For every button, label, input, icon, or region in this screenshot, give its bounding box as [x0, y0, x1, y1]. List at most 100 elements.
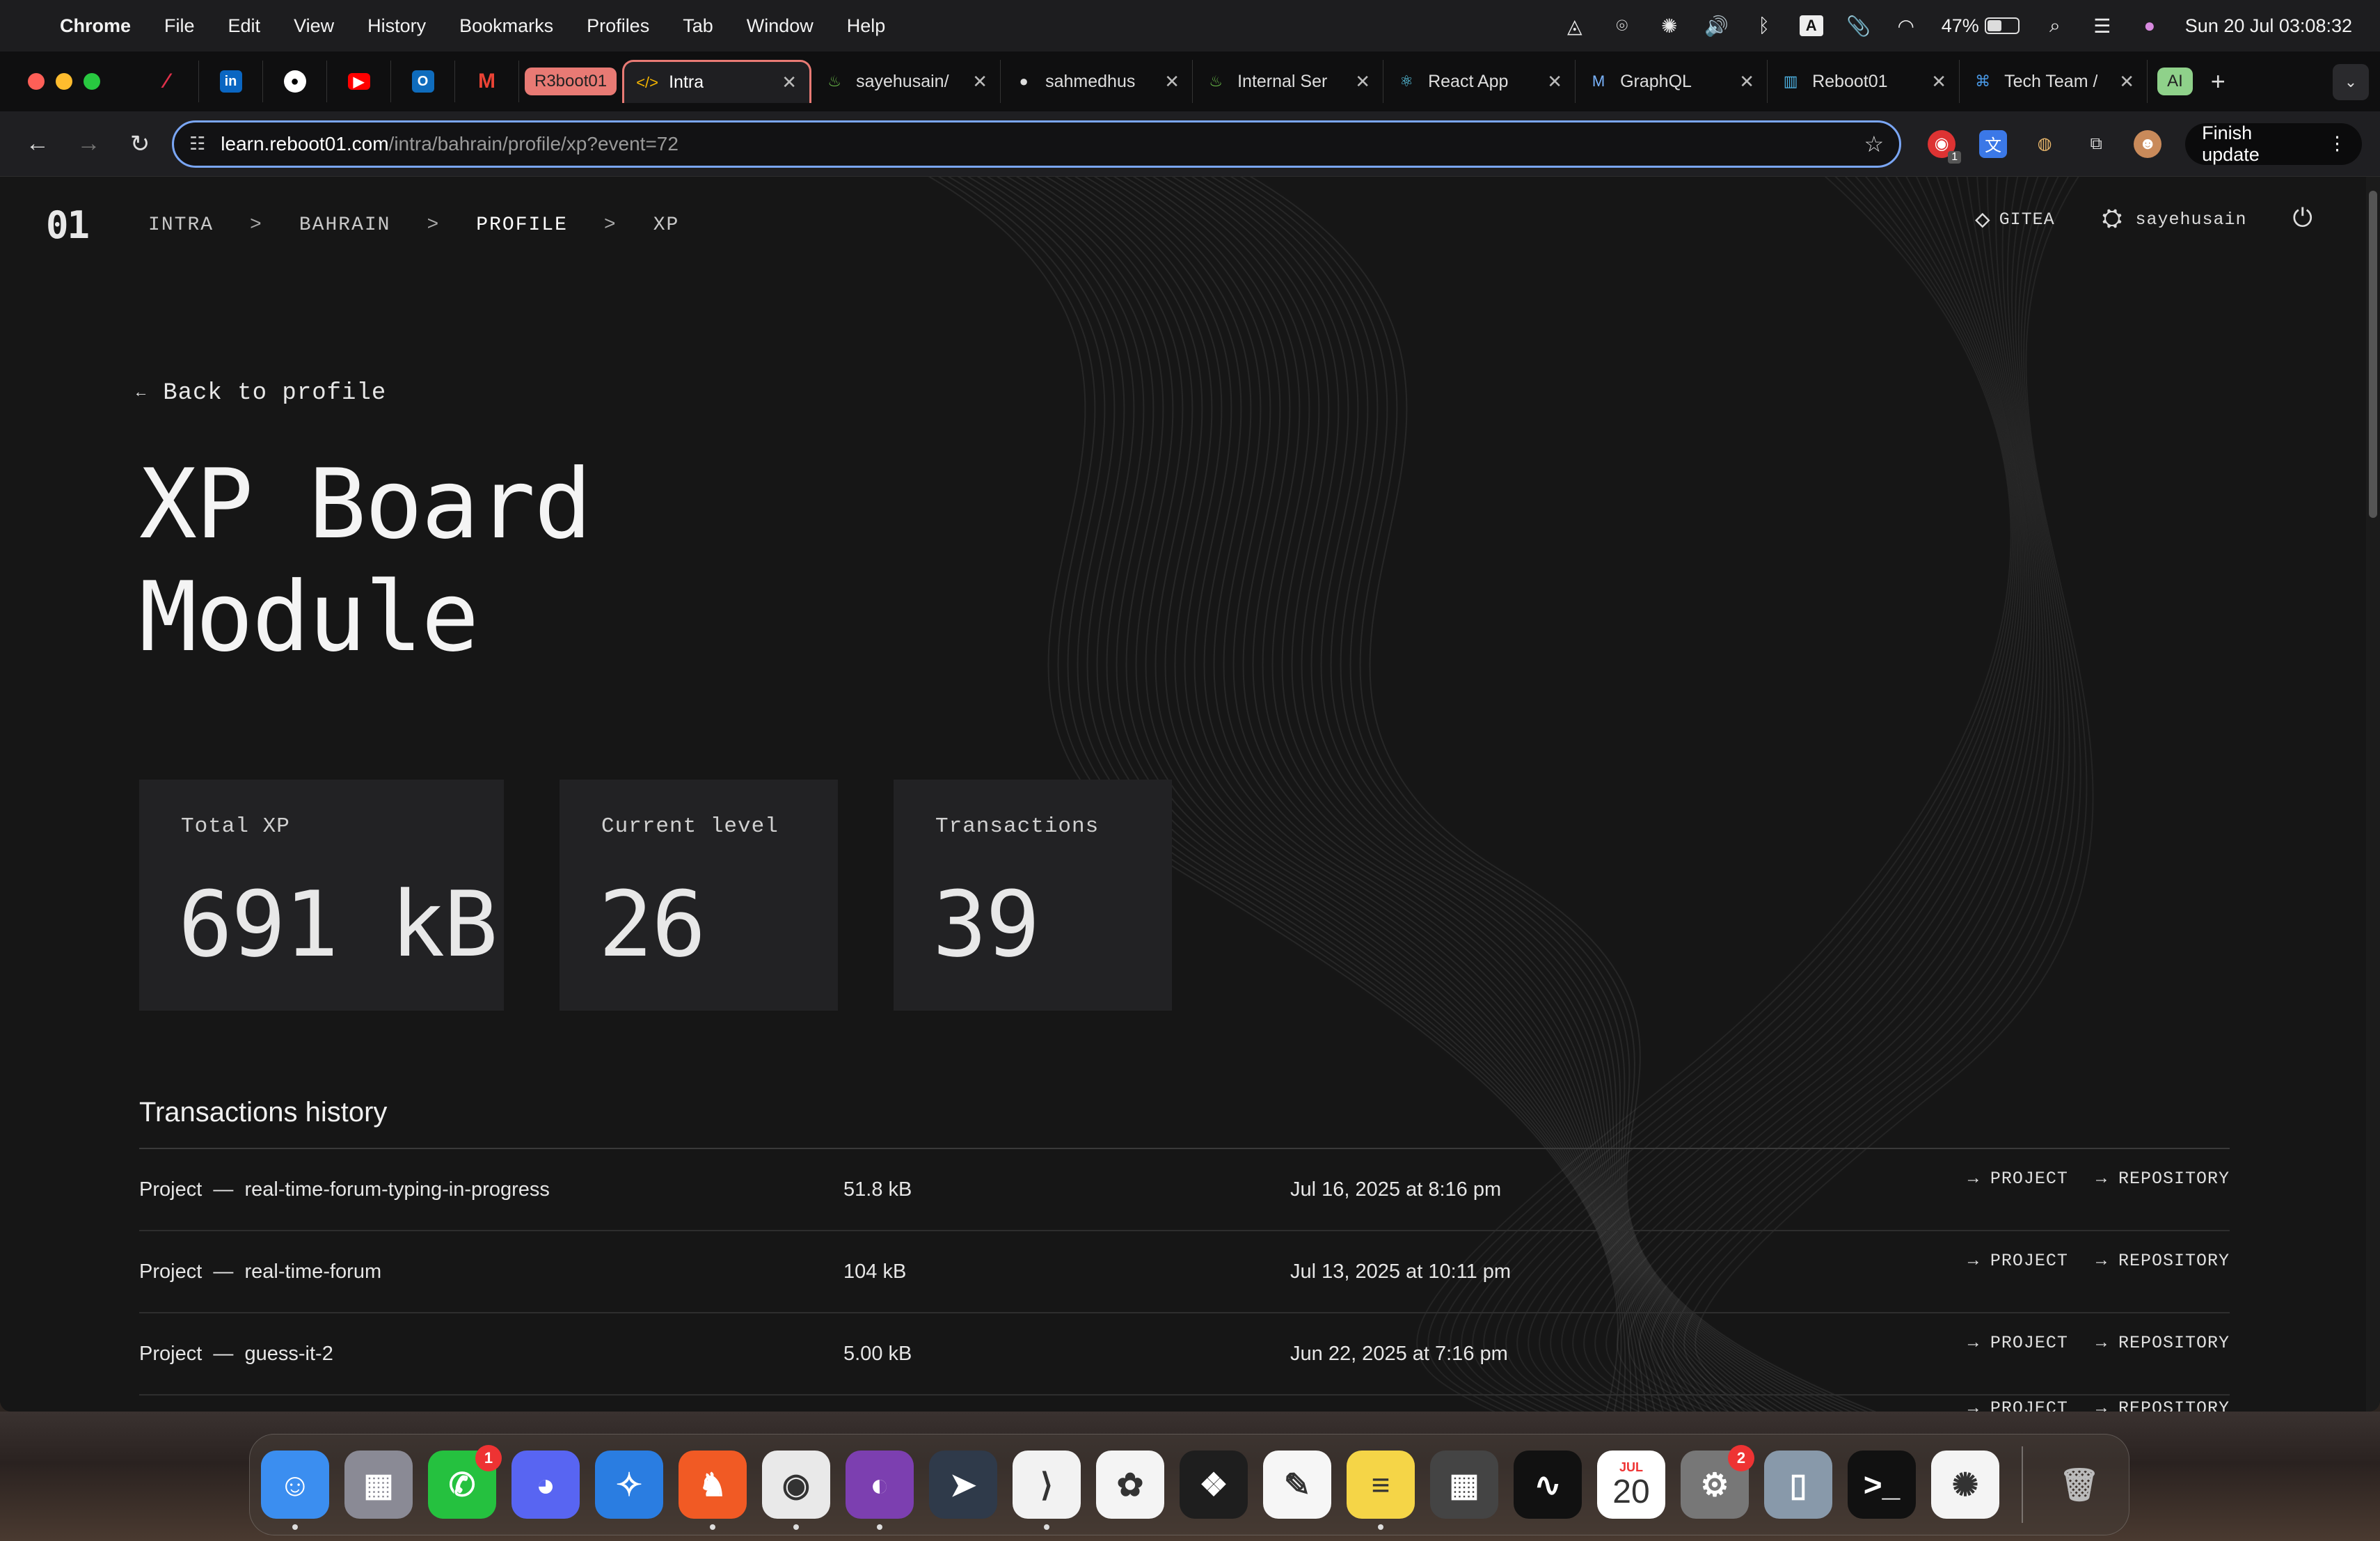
project-link[interactable]: → PROJECT: [1968, 1169, 2068, 1189]
user-menu[interactable]: ⛭ sayehusain: [2102, 205, 2247, 234]
new-tab-button[interactable]: +: [2211, 67, 2226, 96]
dock-brave-icon[interactable]: ♞: [679, 1451, 747, 1530]
dock-calculator-icon[interactable]: ▦: [1430, 1451, 1498, 1519]
dock-iphone-mirroring-icon[interactable]: ▯: [1764, 1451, 1832, 1519]
dock-finder-icon[interactable]: ☺: [261, 1451, 329, 1530]
repository-link[interactable]: → REPOSITORY: [2096, 1251, 2230, 1271]
tab-tech-team[interactable]: ⌘ Tech Team / ✕: [1960, 60, 2148, 103]
breadcrumb-bahrain[interactable]: BAHRAIN: [299, 214, 391, 236]
battery-status[interactable]: 47%: [1942, 15, 2020, 37]
extension-cookie-icon[interactable]: ◍: [2031, 130, 2058, 158]
tab-group-label[interactable]: R3boot01: [525, 68, 617, 95]
menu-history[interactable]: History: [367, 15, 426, 37]
tab-group-ai[interactable]: AI: [2157, 68, 2193, 95]
dock-photos-icon[interactable]: ✿: [1096, 1451, 1164, 1519]
menu-file[interactable]: File: [164, 15, 195, 37]
menu-tab[interactable]: Tab: [683, 15, 713, 37]
menu-clock[interactable]: Sun 20 Jul 03:08:32: [2185, 15, 2352, 37]
project-link[interactable]: → PROJECT: [1968, 1333, 2068, 1353]
address-bar[interactable]: ☷ learn.reboot01.com /intra/bahrain/prof…: [171, 120, 1902, 168]
tab-sayehusain[interactable]: ♨ sayehusain/ ✕: [811, 60, 1001, 103]
wifi-icon[interactable]: ◠: [1894, 15, 1918, 37]
dock-freeform-icon[interactable]: ✎: [1263, 1451, 1331, 1519]
power-logout-icon[interactable]: ⏻: [2293, 205, 2313, 234]
close-tab-icon[interactable]: ✕: [962, 71, 987, 93]
back-to-profile-link[interactable]: ← Back to profile: [136, 380, 386, 406]
extension-translate-icon[interactable]: 文: [1979, 129, 2008, 158]
dock-terminal-icon[interactable]: >_: [1848, 1451, 1916, 1519]
dock-prompt-icon[interactable]: ➤: [929, 1451, 997, 1519]
airpods-icon[interactable]: ⌾: [1610, 15, 1634, 36]
dock-activity-monitor-icon[interactable]: ∿: [1514, 1451, 1582, 1519]
close-tab-icon[interactable]: ✕: [1537, 71, 1562, 93]
dock-github-desktop-icon[interactable]: ◐: [846, 1451, 914, 1530]
reboot01-logo[interactable]: 01: [46, 203, 90, 247]
zoom-window-button[interactable]: [84, 73, 100, 90]
pinned-tab-slash[interactable]: ⁄: [135, 61, 199, 102]
site-info-icon[interactable]: ☷: [189, 133, 205, 155]
screen-icon[interactable]: ◬: [1563, 15, 1587, 37]
project-link[interactable]: → PROJECT: [1968, 1251, 2068, 1271]
dock-chrome-icon[interactable]: ◉: [762, 1451, 830, 1530]
repository-link[interactable]: → REPOSITORY: [2096, 1398, 2230, 1412]
dock-vscode-icon[interactable]: ⟩: [1013, 1451, 1081, 1530]
input-source-icon[interactable]: A: [1799, 15, 1823, 36]
extension-adblock-icon[interactable]: ◉ 1: [1928, 129, 1962, 164]
close-window-button[interactable]: [28, 73, 45, 90]
close-tab-icon[interactable]: ✕: [1155, 71, 1180, 93]
dock-whatsapp-icon[interactable]: ✆ 1: [428, 1445, 502, 1519]
repository-link[interactable]: → REPOSITORY: [2096, 1169, 2230, 1189]
paperclip-icon[interactable]: 📎: [1846, 15, 1871, 37]
project-link[interactable]: → PROJECT: [1968, 1398, 2068, 1412]
pinned-tab-gmail[interactable]: M: [455, 61, 519, 102]
menu-help[interactable]: Help: [847, 15, 886, 37]
forward-button[interactable]: →: [70, 125, 109, 164]
control-center-icon[interactable]: ☰: [2091, 15, 2114, 37]
tab-intra[interactable]: </> Intra ✕: [622, 60, 812, 103]
tab-sahmedhus[interactable]: ● sahmedhus ✕: [1001, 60, 1193, 103]
tab-graphql[interactable]: M GraphQL ✕: [1576, 60, 1768, 103]
minimize-window-button[interactable]: [56, 73, 72, 90]
openai-status-icon[interactable]: ✺: [1658, 15, 1681, 37]
dock-notes-icon[interactable]: ≡: [1347, 1451, 1415, 1530]
tab-internal-ser[interactable]: ♨ Internal Ser ✕: [1193, 60, 1384, 103]
menu-window[interactable]: Window: [747, 15, 814, 37]
dock-safari-icon[interactable]: ✧: [595, 1451, 663, 1519]
back-button[interactable]: ←: [18, 125, 57, 164]
tab-react-app[interactable]: ⚛ React App ✕: [1383, 60, 1576, 103]
profile-avatar[interactable]: ☻: [2134, 129, 2162, 158]
repository-link[interactable]: → REPOSITORY: [2096, 1333, 2230, 1353]
close-tab-icon[interactable]: ✕: [1729, 71, 1754, 93]
pinned-tab-github[interactable]: ●: [263, 61, 327, 102]
close-tab-icon[interactable]: ✕: [1345, 71, 1370, 93]
close-tab-icon[interactable]: ✕: [772, 72, 797, 93]
finish-update-button[interactable]: Finish update ⋮: [2185, 123, 2362, 165]
pinned-tab-youtube[interactable]: ▶: [327, 61, 391, 102]
close-tab-icon[interactable]: ✕: [1921, 71, 1946, 93]
menu-bookmarks[interactable]: Bookmarks: [459, 15, 553, 37]
dock-trash-icon[interactable]: 🗑: [2045, 1451, 2113, 1519]
bluetooth-icon[interactable]: ᛒ: [1752, 15, 1776, 36]
reload-button[interactable]: ↻: [120, 125, 159, 164]
menu-profiles[interactable]: Profiles: [587, 15, 649, 37]
menu-edit[interactable]: Edit: [228, 15, 261, 37]
dock-discord-icon[interactable]: ◕: [511, 1451, 580, 1519]
pinned-tab-outlook[interactable]: O: [391, 61, 455, 102]
spotlight-search-icon[interactable]: ⌕: [2043, 15, 2067, 36]
pinned-tab-linkedin[interactable]: in: [199, 61, 263, 102]
gitea-link[interactable]: ◇ GITEA: [1975, 205, 2055, 235]
dock-figma-icon[interactable]: ❖: [1180, 1451, 1248, 1519]
extensions-puzzle-icon[interactable]: ⧉: [2082, 130, 2110, 158]
dock-system-settings-icon[interactable]: ⚙ 2: [1681, 1445, 1754, 1519]
scrollbar-thumb[interactable]: [2369, 191, 2377, 518]
menu-app-name[interactable]: Chrome: [60, 15, 131, 37]
dock-chatgpt-icon[interactable]: ✺: [1931, 1451, 1999, 1519]
dock-calendar-icon[interactable]: JUL 20: [1597, 1451, 1665, 1519]
page-scrollbar[interactable]: [2366, 177, 2380, 1412]
close-tab-icon[interactable]: ✕: [2109, 71, 2134, 93]
dock-launchpad-icon[interactable]: ▦: [344, 1451, 413, 1519]
tab-reboot01[interactable]: ▥ Reboot01 ✕: [1768, 60, 1960, 103]
volume-icon[interactable]: 🔊: [1704, 15, 1729, 37]
bookmark-star-icon[interactable]: ☆: [1864, 131, 1884, 157]
siri-icon[interactable]: ●: [2138, 15, 2161, 36]
